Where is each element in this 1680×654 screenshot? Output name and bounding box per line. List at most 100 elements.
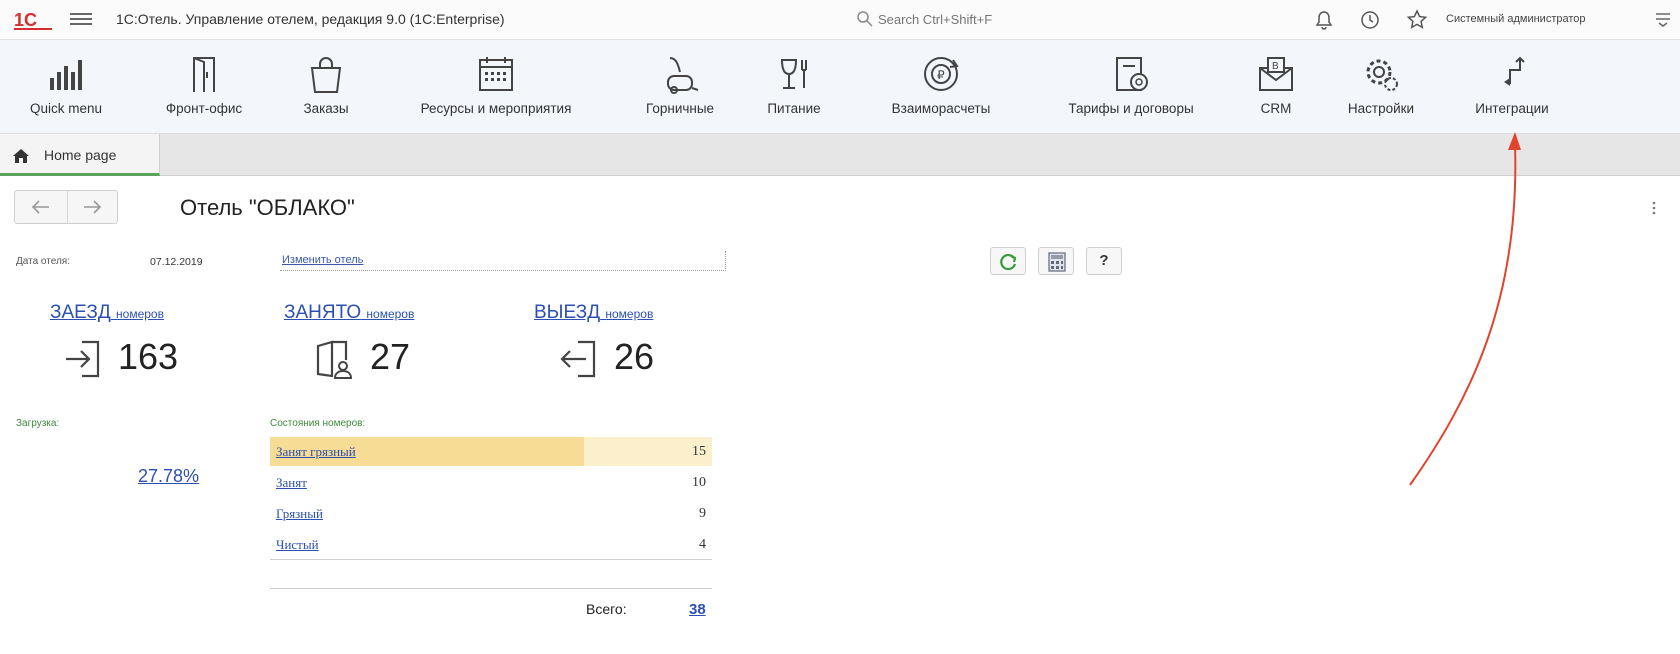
- refresh-icon: [1000, 253, 1017, 271]
- section-quick-menu[interactable]: Quick menu: [8, 40, 124, 134]
- svg-text:1С: 1С: [14, 10, 37, 30]
- room-state-row: Грязный 9: [270, 498, 712, 529]
- tab-label: Home page: [44, 147, 117, 163]
- search-box[interactable]: [850, 6, 1210, 32]
- divider: [270, 588, 712, 589]
- section-settings[interactable]: Настройки: [1326, 40, 1436, 134]
- load-label: Загрузка:: [16, 418, 60, 429]
- section-front-office[interactable]: Фронт-офис: [146, 40, 262, 134]
- stat-value: 27: [370, 336, 411, 377]
- section-resources-events[interactable]: Ресурсы и мероприятия: [384, 40, 608, 134]
- section-food[interactable]: Питание: [744, 40, 844, 134]
- arrow-left-icon: [31, 200, 49, 214]
- stat-check-out: ВЫЕЗД номеров 26: [534, 302, 654, 378]
- load-value[interactable]: 27.78%: [138, 466, 199, 487]
- occupied-room-icon: [316, 340, 353, 379]
- stat-subtitle: номеров: [605, 307, 654, 321]
- total-value[interactable]: 38: [689, 601, 706, 618]
- room-state-name[interactable]: Грязный: [276, 506, 323, 522]
- coins-refresh-icon: ₽: [924, 57, 959, 91]
- section-label: Интеграции: [1475, 101, 1549, 116]
- room-states-label: Состояния номеров:: [270, 418, 366, 429]
- sections-panel: Quick menu Фронт-офис Заказы Ресурсы и м…: [0, 40, 1680, 134]
- stat-check-out-link[interactable]: ВЫЕЗД номеров: [534, 302, 653, 324]
- bell-icon[interactable]: [1312, 8, 1336, 32]
- envelope-icon: B: [1259, 57, 1293, 91]
- title-bar: 1С 1С:Отель. Управление отелем, редакция…: [0, 0, 1680, 40]
- room-state-name[interactable]: Занят: [276, 475, 307, 491]
- help-button[interactable]: ?: [1086, 247, 1122, 275]
- main-menu-icon[interactable]: [70, 10, 92, 30]
- calculator-icon: [1048, 252, 1066, 272]
- stat-title: ЗАЕЗД: [50, 302, 111, 323]
- stat-check-in-link[interactable]: ЗАЕЗД номеров: [50, 302, 164, 324]
- gears-icon: [1366, 59, 1398, 91]
- svg-text:₽: ₽: [937, 68, 945, 82]
- room-state-count: 4: [699, 537, 706, 552]
- stat-value: 26: [614, 336, 655, 377]
- calendar-icon: [479, 57, 513, 91]
- room-state-count: 15: [692, 444, 706, 459]
- calculator-button[interactable]: [1038, 247, 1074, 275]
- section-housekeeping[interactable]: Горничные: [622, 40, 738, 134]
- section-orders[interactable]: Заказы: [278, 40, 374, 134]
- search-input[interactable]: [878, 9, 1198, 29]
- refresh-button[interactable]: [990, 247, 1026, 275]
- room-state-count: 9: [699, 506, 706, 521]
- section-settlements[interactable]: ₽ Взаиморасчеты: [858, 40, 1024, 134]
- user-name[interactable]: Системный администратор: [1446, 13, 1586, 25]
- section-label: CRM: [1260, 101, 1292, 116]
- help-icon: ?: [1099, 252, 1109, 269]
- section-label: Питание: [767, 101, 821, 116]
- svg-text:B: B: [1272, 61, 1279, 72]
- hotel-date-value: 07.12.2019: [150, 256, 203, 268]
- page-title: Отель "ОБЛАКО": [180, 195, 355, 220]
- more-actions-icon[interactable]: [1650, 198, 1658, 218]
- section-label: Взаиморасчеты: [891, 101, 991, 116]
- stat-occupied-link[interactable]: ЗАНЯТО номеров: [284, 302, 414, 324]
- app-title: 1С:Отель. Управление отелем, редакция 9.…: [116, 11, 505, 27]
- section-label: Настройки: [1347, 101, 1415, 116]
- wine-glass-fork-icon: [780, 59, 807, 89]
- stat-title: ЗАНЯТО: [284, 302, 362, 323]
- star-icon[interactable]: [1405, 8, 1429, 32]
- section-crm[interactable]: B CRM: [1236, 40, 1316, 134]
- stat-check-in: ЗАЕЗД номеров 163: [50, 302, 178, 378]
- section-label: Фронт-офис: [165, 101, 243, 116]
- history-icon[interactable]: [1358, 8, 1382, 32]
- stat-value: 163: [118, 336, 179, 377]
- home-icon: [13, 149, 29, 163]
- tab-bar: Home page: [0, 134, 1680, 176]
- 1c-logo-icon: 1С: [14, 10, 52, 30]
- total-label: Всего:: [586, 601, 627, 617]
- section-label: Горничные: [645, 101, 715, 116]
- search-icon: [857, 11, 873, 27]
- settings-menu-icon[interactable]: [1654, 10, 1672, 28]
- shopping-bag-icon: [310, 57, 342, 93]
- bar-chart-icon: [50, 60, 82, 90]
- back-button[interactable]: [15, 191, 67, 223]
- divider: [270, 559, 712, 560]
- check-out-icon: [560, 340, 596, 378]
- section-label: Тарифы и договоры: [1068, 101, 1194, 116]
- arrow-right-icon: [84, 200, 102, 214]
- change-hotel-field[interactable]: Изменить отель: [280, 251, 726, 271]
- room-states-table: Занят грязный 15 Занят 10 Грязный 9 Чист…: [270, 436, 712, 560]
- room-state-name[interactable]: Чистый: [276, 537, 319, 553]
- door-icon: [193, 57, 215, 92]
- forward-button[interactable]: [67, 191, 119, 223]
- navigation-buttons: [14, 190, 118, 224]
- room-state-name[interactable]: Занят грязный: [276, 444, 356, 460]
- stat-subtitle: номеров: [366, 307, 415, 321]
- arrows-integration-icon: [1504, 56, 1525, 86]
- tab-home-page[interactable]: Home page: [0, 134, 160, 176]
- stat-title: ВЫЕЗД: [534, 302, 601, 323]
- document-coin-icon: [1116, 57, 1148, 91]
- stat-subtitle: номеров: [116, 307, 164, 321]
- check-in-icon: [66, 340, 100, 378]
- section-label: Quick menu: [29, 101, 103, 116]
- change-hotel-link[interactable]: Изменить отель: [282, 254, 363, 266]
- section-tariffs-contracts[interactable]: Тарифы и договоры: [1036, 40, 1226, 134]
- section-integrations[interactable]: Интеграции: [1452, 40, 1572, 134]
- room-state-row: Чистый 4: [270, 529, 712, 560]
